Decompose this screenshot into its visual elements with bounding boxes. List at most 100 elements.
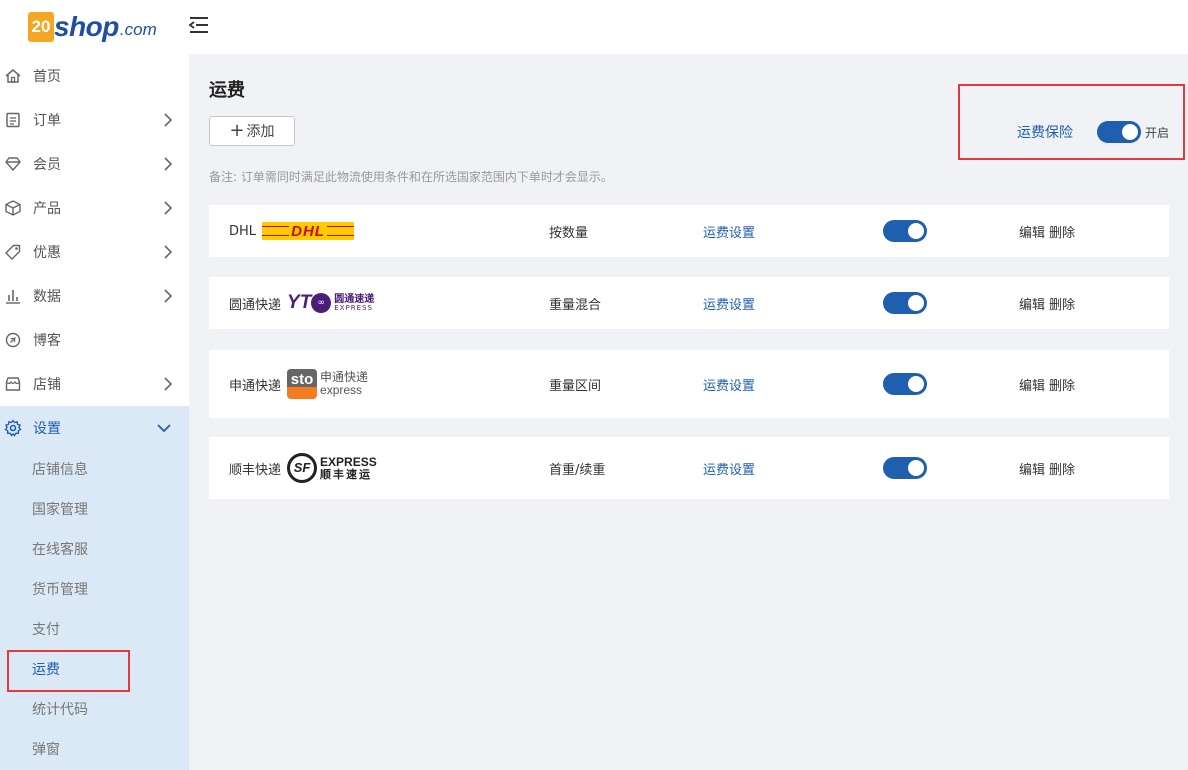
carrier-name: 圆通快递 [229,297,282,313]
sf-logo-words: EXPRESS 顺丰速运 [320,456,377,480]
sidebar-item-home[interactable]: 首页 [0,54,189,98]
sidebar-item-store[interactable]: 店铺 [0,362,189,406]
sto-logo: sto 申通快递 express [287,369,368,399]
submenu-item-currency[interactable]: 货币管理 [0,570,189,610]
order-icon [4,111,22,129]
chevron-right-icon [164,157,173,171]
sidebar-item-label: 店铺 [33,377,61,393]
submenu-item-popup[interactable]: 弹窗 [0,730,189,770]
sidebar-item-members[interactable]: 会员 [0,142,189,186]
edit-link[interactable]: 编辑 [1019,294,1045,313]
carrier-name: DHL [229,223,257,239]
yto-logo-circle: ∞ [311,293,332,313]
carrier-name-cell: DHL DHL [229,205,355,257]
sidebar-item-label: 设置 [33,421,61,437]
logo-suffix: .com [119,20,157,39]
shipping-settings-link[interactable]: 运费设置 [703,205,755,257]
chevron-down-icon [157,424,171,433]
carrier-row-dhl: DHL DHL 按数量 运费设置 编辑 删除 [209,205,1169,257]
delete-link[interactable]: 删除 [1049,375,1075,394]
main-content: 运费 + 添加 备注: 订单需同时满足此物流使用条件和在所选国家范围内下单时才会… [189,54,1188,770]
sf-logo-cn: 顺丰速运 [320,467,373,481]
sidebar-item-products[interactable]: 产品 [0,186,189,230]
carrier-name-cell: 圆通快递 YT ∞ 圆通速递 EXPRESS [229,277,374,329]
chevron-right-icon [164,377,173,391]
edit-link[interactable]: 编辑 [1019,459,1045,478]
sidebar-item-label: 订单 [33,113,61,129]
yto-logo-words: 圆通速递 EXPRESS [334,293,375,312]
carrier-type: 首重/续重 [549,462,606,478]
chevron-right-icon [164,245,173,259]
chart-icon [4,287,22,305]
carrier-name: 申通快递 [229,378,282,394]
sidebar-item-label: 数据 [33,289,61,305]
carrier-ops: 编辑 删除 [1019,437,1079,499]
edit-link[interactable]: 编辑 [1019,375,1045,394]
sidebar-item-label: 首页 [33,69,61,85]
carrier-toggle-cell [883,205,927,257]
shipping-settings-link[interactable]: 运费设置 [703,350,755,418]
yto-logo-cn: 圆通速递 [334,293,375,305]
home-icon [4,67,22,85]
chevron-right-icon [164,201,173,215]
carrier-toggle-cell [883,437,927,499]
shipping-note: 备注: 订单需同时满足此物流使用条件和在所选国家范围内下单时才会显示。 [209,170,613,184]
add-button-label: 添加 [246,124,275,140]
sto-logo-en: express [320,383,363,397]
sf-logo-mark: SF [287,453,318,483]
sidebar-item-promotions[interactable]: 优惠 [0,230,189,274]
tag-icon [4,243,22,261]
shipping-settings-link[interactable]: 运费设置 [703,277,755,329]
logo-name: shop [54,11,119,42]
sidebar-item-label: 产品 [33,201,61,217]
top-bar: 20 shop .com [0,0,1188,54]
carrier-row-sto: 申通快递 sto 申通快递 express 重量区间 运费设置 编辑 删除 [209,350,1169,418]
yto-logo-text: YT [287,292,312,313]
dhl-logo: DHL [262,222,355,240]
carrier-name-cell: 顺丰快递 SF EXPRESS 顺丰速运 [229,437,377,499]
submenu-item-country[interactable]: 国家管理 [0,490,189,530]
carrier-ops: 编辑 删除 [1019,350,1079,418]
edit-link[interactable]: 编辑 [1019,222,1045,241]
carrier-toggle-cell [883,350,927,418]
yto-logo-en: EXPRESS [334,303,373,312]
sidebar-item-label: 优惠 [33,245,61,261]
submenu-item-tracking-code[interactable]: 统计代码 [0,690,189,730]
delete-link[interactable]: 删除 [1049,294,1075,313]
delete-link[interactable]: 删除 [1049,459,1075,478]
yto-logo: YT ∞ 圆通速递 EXPRESS [287,292,374,314]
submenu-item-live-chat[interactable]: 在线客服 [0,530,189,570]
add-button[interactable]: + 添加 [209,116,295,146]
shipping-settings-link[interactable]: 运费设置 [703,437,755,499]
carrier-toggle-cell [883,277,927,329]
sf-logo: SF EXPRESS 顺丰速运 [287,453,377,483]
dhl-logo-text: DHL [289,222,327,240]
carrier-toggle[interactable] [883,457,927,479]
carrier-toggle[interactable] [883,292,927,314]
sidebar-item-label: 博客 [33,333,61,349]
carrier-type: 按数量 [549,225,589,241]
sidebar-item-blog[interactable]: 博客 [0,318,189,362]
submenu-item-payment[interactable]: 支付 [0,610,189,650]
blog-icon [4,331,22,349]
member-icon [4,155,22,173]
carrier-toggle[interactable] [883,220,927,242]
sidebar-item-label: 会员 [33,157,61,173]
sto-logo-text: sto [290,371,314,388]
product-icon [4,199,22,217]
submenu-item-store-info[interactable]: 店铺信息 [0,450,189,490]
carrier-type: 重量混合 [549,297,602,313]
menu-collapse-icon[interactable] [188,14,210,36]
logo[interactable]: 20 shop .com [28,6,157,42]
logo-badge: 20 [28,12,54,42]
sidebar-item-settings[interactable]: 设置 [0,406,189,450]
store-icon [4,375,22,393]
sidebar-item-data[interactable]: 数据 [0,274,189,318]
carrier-name-cell: 申通快递 sto 申通快递 express [229,350,368,418]
carrier-toggle[interactable] [883,373,927,395]
sidebar-item-orders[interactable]: 订单 [0,98,189,142]
delete-link[interactable]: 删除 [1049,222,1075,241]
carrier-name: 顺丰快递 [229,462,282,478]
gear-icon [4,419,22,437]
carrier-ops: 编辑 删除 [1019,205,1079,257]
